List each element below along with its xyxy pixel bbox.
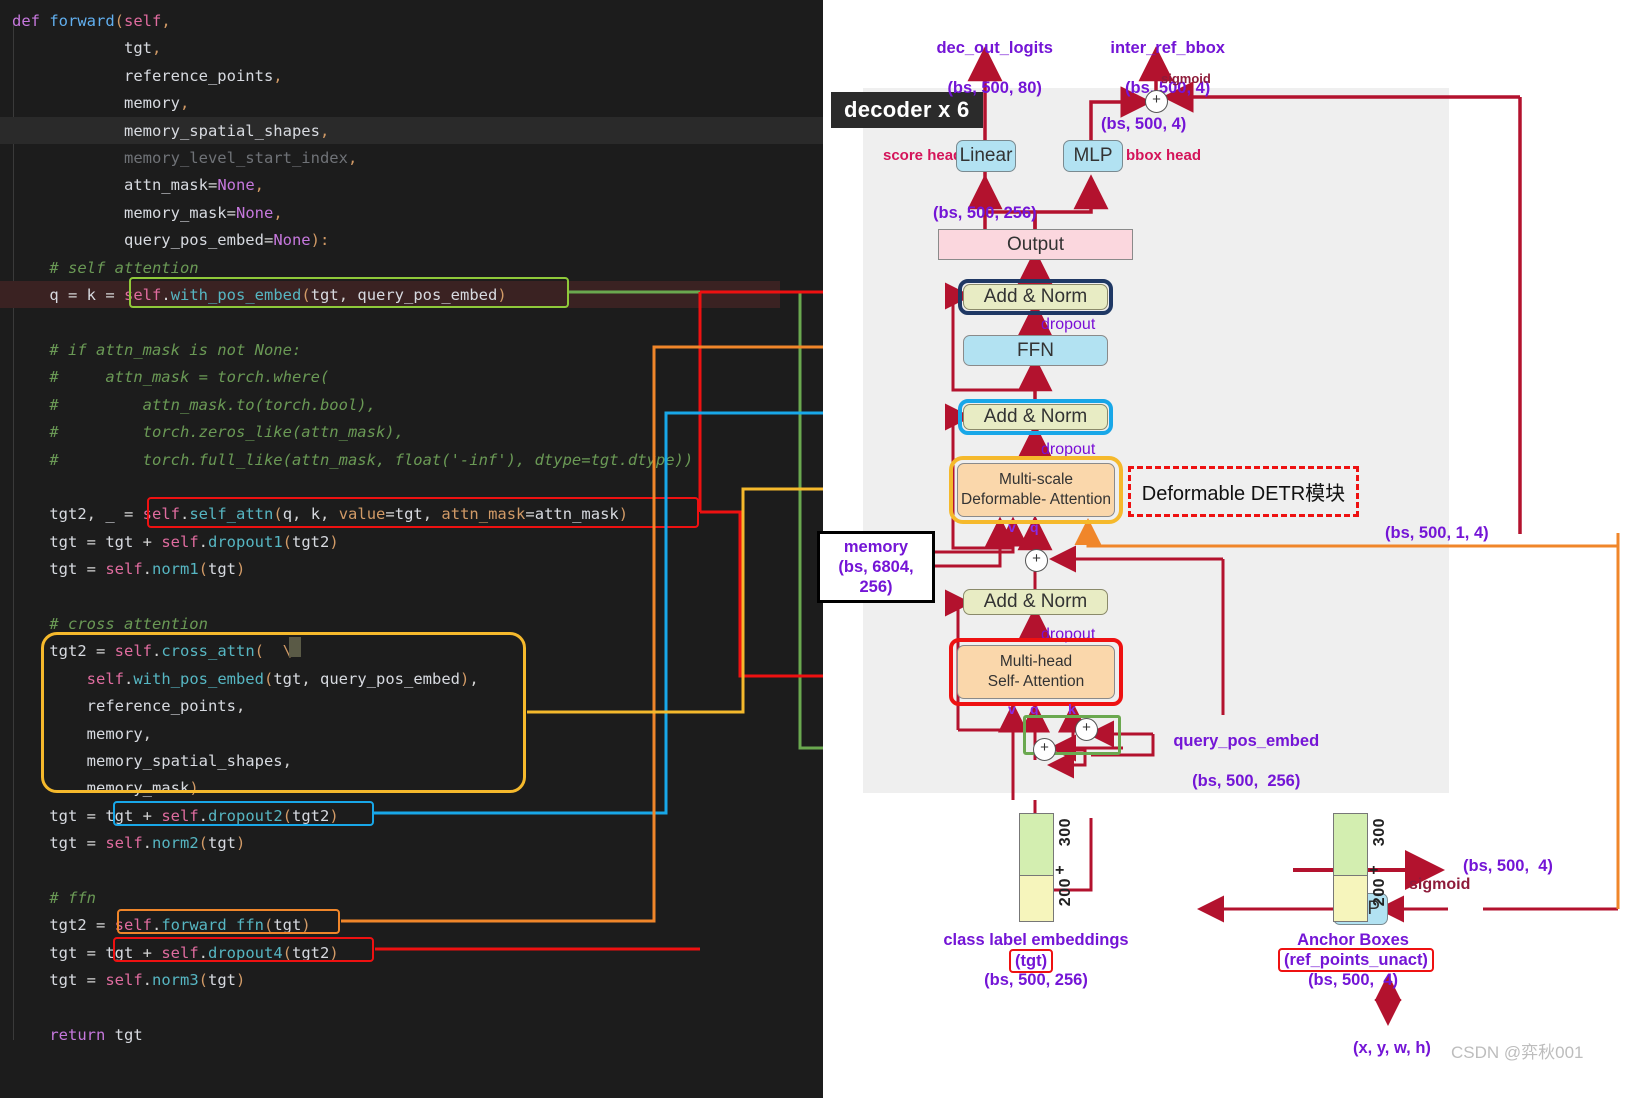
plus-operator-bbox: + <box>1145 90 1168 113</box>
class-embed-yellow-segment <box>1019 875 1054 922</box>
anchor-alias-box: (ref_points_unact) <box>1278 948 1434 972</box>
anchor-shape: (bs, 500, 4) <box>1308 971 1398 989</box>
text-cursor <box>289 637 301 657</box>
dropout-label-top: dropout <box>1041 316 1096 333</box>
csdn-watermark: CSDN @弈秋001 <box>1451 1043 1584 1062</box>
score-head-label: score head <box>883 147 963 164</box>
memory-box: memory (bs, 6804, 256) <box>817 531 935 603</box>
mlp-bbox-node[interactable]: MLP <box>1063 140 1123 172</box>
ref-points-shape-label: (bs, 500, 1, 4) <box>1385 524 1489 542</box>
deformable-attention-line2: Deformable- Attention <box>961 491 1111 508</box>
anchor-top-count: 300 <box>1371 818 1388 847</box>
anchor-coords: (x, y, w, h) <box>1353 1039 1431 1057</box>
qkv-q-deform: q <box>1030 519 1039 535</box>
code-editor-pane: def forward(self, tgt, reference_points,… <box>0 0 823 1098</box>
class-embed-bottom-count: 200 <box>1057 878 1074 907</box>
class-embed-alias: (tgt) <box>1015 952 1048 970</box>
self-attention-line2: Self- Attention <box>987 673 1085 690</box>
deformable-attention-line1: Multi-scale <box>998 471 1074 488</box>
plus-operator-qpos-q: + <box>1033 738 1056 761</box>
add-norm-bottom-node[interactable]: Add & Norm <box>963 589 1108 615</box>
dec-out-logits-label: dec_out_logits (bs, 500, 80) <box>918 18 1053 118</box>
self-attention-line1: Multi-head <box>999 653 1073 670</box>
deformable-attention-node[interactable]: Multi-scale Deformable- Attention <box>957 463 1115 517</box>
plus-operator-qpos-k: + <box>1075 718 1098 741</box>
ffn-node[interactable]: FFN <box>963 335 1108 366</box>
anchor-yellow-segment <box>1333 875 1368 922</box>
self-attention-node[interactable]: Multi-head Self- Attention <box>957 645 1115 699</box>
qkv-v-self: v <box>1008 701 1016 717</box>
query-pos-embed-name: query_pos_embed <box>1173 732 1320 750</box>
query-pos-embed-label: query_pos_embed (bs, 500, 256) <box>1155 711 1319 811</box>
residual-shape-label: (bs, 500, 4) <box>1101 115 1187 133</box>
anchor-title: Anchor Boxes <box>1297 931 1409 949</box>
class-embed-green-segment <box>1019 813 1054 877</box>
source-code[interactable]: def forward(self, tgt, reference_points,… <box>0 0 693 1049</box>
sigmoid-top-label: sigmoid <box>1161 71 1211 86</box>
dec-out-logits-shape: (bs, 500, 80) <box>947 79 1042 97</box>
inter-ref-bbox-name: inter_ref_bbox <box>1110 39 1225 57</box>
anchor-sigmoid-shape: (bs, 500, 4) <box>1463 857 1553 875</box>
memory-shape: (bs, 6804, 256) <box>838 558 914 596</box>
anchor-alias: (ref_points_unact) <box>1284 951 1428 969</box>
class-embed-shape: (bs, 500, 256) <box>984 971 1088 989</box>
anchor-green-segment <box>1333 813 1368 877</box>
architecture-diagram: decoder x 6 dec_out_logits (bs, 500, 80)… <box>817 0 1645 1098</box>
class-embed-title: class label embeddings <box>943 931 1129 949</box>
linear-node[interactable]: Linear <box>956 140 1016 172</box>
anchor-bottom-count: 200 <box>1371 878 1388 907</box>
bbox-head-label: bbox head <box>1126 147 1202 164</box>
add-norm-top-node[interactable]: Add & Norm <box>963 284 1108 310</box>
qkv-v-deform: v <box>1008 519 1016 535</box>
dec-out-logits-name: dec_out_logits <box>936 39 1053 57</box>
query-pos-embed-shape: (bs, 500, 256) <box>1192 772 1301 790</box>
memory-name: memory <box>843 538 909 556</box>
add-norm-mid-node[interactable]: Add & Norm <box>963 404 1108 430</box>
deformable-detr-note: Deformable DETR模块 <box>1128 466 1359 517</box>
anchor-sigmoid-label: sigmoid <box>1409 876 1471 893</box>
output-node[interactable]: Output <box>938 229 1133 260</box>
hidden-shape-label: (bs, 500, 256) <box>933 204 1037 222</box>
plus-operator-refpoints: + <box>1025 549 1048 572</box>
class-embed-top-count: 300 <box>1057 818 1074 847</box>
